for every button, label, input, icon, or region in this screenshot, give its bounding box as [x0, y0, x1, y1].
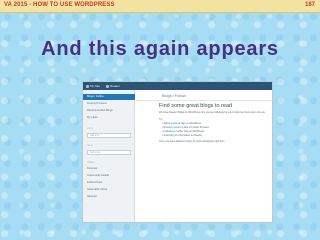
suggestion-link[interactable]: Browsing posts by	[164, 126, 183, 129]
topbar-reader-label: Reader	[110, 84, 120, 88]
sidebar-item-discover[interactable]: Discover	[83, 166, 135, 172]
sidebar-item-blogs-i-follow[interactable]: Blogs I Follow	[83, 94, 135, 100]
topbar-my-site-label: My Site	[90, 84, 101, 88]
intro-text: We have Reader! Blogs on WordPress.com y…	[159, 111, 266, 114]
main-heading: Find some great blogs to read	[159, 103, 233, 109]
sidebar-section-lists: Lists	[87, 128, 94, 130]
reader-icon	[106, 84, 109, 88]
suggestion-prefix: Taking a	[163, 122, 173, 125]
suggestion-suffix: Twitter blog on WordPress	[176, 130, 205, 133]
sidebar-item-freshly-pressed[interactable]: Freshly Pressed	[83, 101, 135, 107]
wordpress-icon	[86, 84, 89, 88]
suggestion-item: • Taking a look at tags on WordPress	[162, 122, 202, 125]
suggestion-suffix: date in Freshly Pressed	[183, 126, 209, 129]
topbar-reader[interactable]: Reader	[106, 83, 120, 89]
sidebar-item-follow-posts[interactable]: Follow Posts	[83, 180, 135, 186]
intro-try-text: Try:	[159, 118, 164, 121]
suggestion-link[interactable]: look at tags	[173, 122, 185, 125]
reader-sidebar: Blogs I Follow Freshly Pressed Recommend…	[83, 90, 135, 222]
sidebar-item-recommended-blogs[interactable]: Recommended Blogs	[83, 108, 135, 114]
suggestion-item: • Browsing posts by date in Freshly Pres…	[162, 126, 209, 129]
slide-header-bar: VA 2015 - HOW TO USE WORDPRESS 187	[0, 0, 320, 13]
suggestion-link[interactable]: Searching for	[164, 134, 178, 137]
embedded-screenshot: My Site Reader Blogs I Follow Freshly Pr…	[82, 81, 273, 223]
main-divider	[136, 100, 272, 101]
suggestion-item: • Searching for information on Reader	[162, 134, 203, 137]
suggestion-suffix: information on Reader	[178, 134, 203, 137]
sidebar-item-automattic-news[interactable]: Automattic News	[83, 187, 135, 193]
footer-text: Once you have followed a blog, its posts…	[159, 140, 226, 143]
sidebar-item-akismet[interactable]: Akismet	[83, 194, 135, 200]
reader-main: Blogs I Follow Find some great blogs to …	[136, 90, 272, 222]
sidebar-section-tags: Tags	[87, 145, 93, 147]
add-list-input[interactable]: Add a list	[87, 133, 131, 138]
slide-header-title: VA 2015 - HOW TO USE WORDPRESS	[4, 2, 115, 8]
slide-heading: And this again appears	[41, 38, 279, 60]
sidebar-section-teams: Teams	[87, 162, 95, 164]
add-tag-input[interactable]: Add a tag	[87, 150, 131, 155]
sidebar-item-community-health[interactable]: Community Health	[83, 173, 135, 179]
sidebar-item-my-likes[interactable]: My Likes	[83, 115, 135, 121]
slide-number: 187	[304, 2, 315, 8]
suggestion-link[interactable]: Following a	[164, 130, 176, 133]
suggestion-suffix: on WordPress	[185, 122, 202, 125]
topbar-my-site[interactable]: My Site	[86, 83, 100, 89]
main-title: Blogs I Follow	[162, 94, 186, 98]
suggestion-item: • Following a Twitter blog on WordPress	[162, 130, 205, 133]
wp-topbar: My Site Reader	[83, 82, 272, 90]
